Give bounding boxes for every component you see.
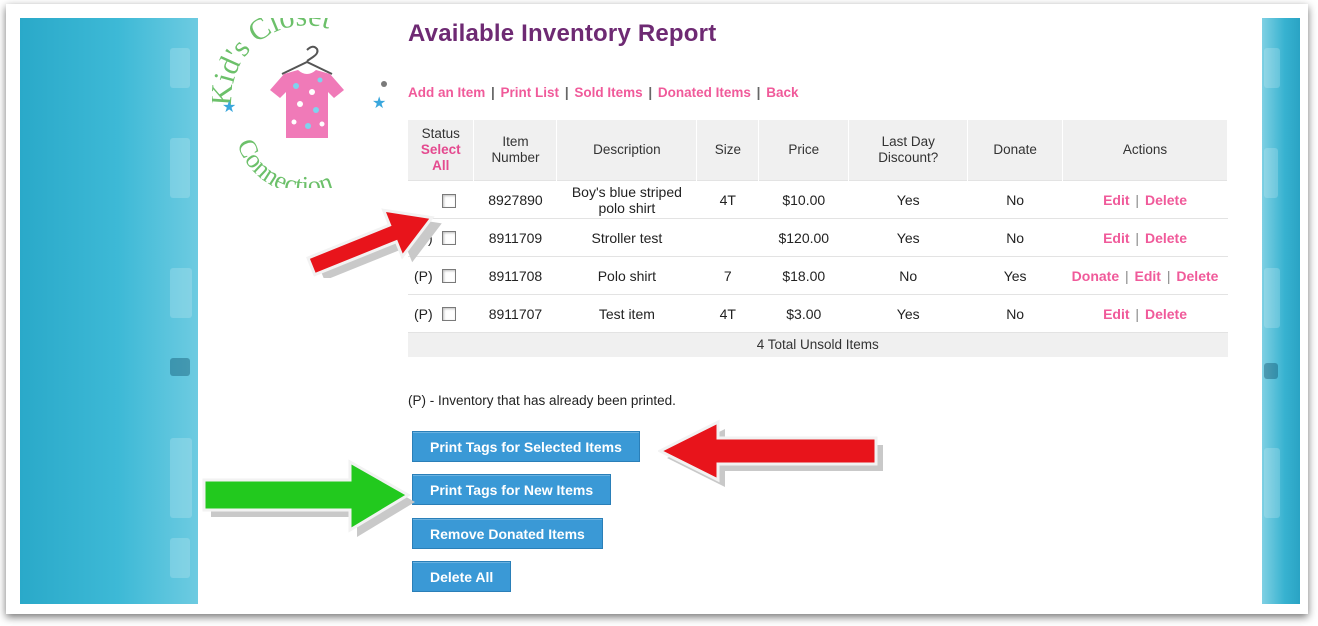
page-title: Available Inventory Report	[408, 20, 717, 47]
actions-cell: Edit | Delete	[1062, 218, 1228, 257]
select-all-link[interactable]: Select All	[412, 142, 469, 174]
last-day-discount-cell: Yes	[848, 218, 968, 257]
background-left-panel	[20, 18, 198, 604]
remove-donated-button[interactable]: Remove Donated Items	[412, 518, 603, 549]
donate-cell: No	[967, 294, 1063, 333]
back-link[interactable]: Back	[766, 85, 798, 100]
donate-cell: Yes	[967, 256, 1063, 295]
row-checkbox[interactable]	[442, 307, 456, 322]
donate-link[interactable]: Donate	[1072, 268, 1119, 284]
size-cell	[696, 218, 759, 257]
edit-link[interactable]: Edit	[1103, 192, 1129, 208]
printed-legend-note: (P) - Inventory that has already been pr…	[408, 393, 676, 408]
table-row: (P) 8911708 Polo shirt 7 $18.00 No Yes D…	[408, 256, 1228, 295]
description-cell: Polo shirt	[556, 256, 697, 295]
top-nav-links: Add an Item | Print List | Sold Items | …	[408, 85, 799, 100]
header-donate: Donate	[967, 120, 1064, 181]
item-number-cell: 8911707	[473, 294, 557, 333]
last-day-discount-cell: No	[848, 256, 968, 295]
print-tags-new-button[interactable]: Print Tags for New Items	[412, 474, 612, 505]
svg-text:★: ★	[222, 99, 236, 116]
kids-closet-logo[interactable]: Kid's Closet Connection ★ ★	[212, 18, 402, 188]
edit-link[interactable]: Edit	[1135, 268, 1161, 284]
print-tags-selected-button[interactable]: Print Tags for Selected Items	[412, 431, 640, 462]
description-cell: Test item	[556, 294, 697, 333]
last-day-discount-cell: Yes	[848, 180, 968, 219]
actions-cell: Edit | Delete	[1062, 180, 1228, 219]
edit-link[interactable]: Edit	[1103, 306, 1129, 322]
inventory-table: Status Select All Item Number Description…	[408, 120, 1228, 357]
svg-text:Connection: Connection	[231, 134, 336, 188]
donate-cell: No	[967, 218, 1063, 257]
total-unsold-items: 4 Total Unsold Items	[408, 332, 1228, 357]
table-row: (P) 8911709 Stroller test $120.00 Yes No…	[408, 218, 1228, 257]
header-status: Status Select All	[408, 120, 475, 181]
header-size: Size	[696, 120, 760, 181]
header-item-number: Item Number	[473, 120, 558, 181]
price-cell: $10.00	[758, 180, 849, 219]
last-day-discount-cell: Yes	[848, 294, 968, 333]
delete-link[interactable]: Delete	[1176, 268, 1218, 284]
table-row: 8927890 Boy's blue striped polo shirt 4T…	[408, 180, 1228, 219]
size-cell: 4T	[696, 180, 759, 219]
table-header-row: Status Select All Item Number Description…	[408, 120, 1228, 181]
description-cell: Stroller test	[556, 218, 697, 257]
total-row: 4 Total Unsold Items	[408, 332, 1228, 357]
price-cell: $18.00	[758, 256, 849, 295]
background-right-panel	[1262, 18, 1300, 604]
header-price: Price	[758, 120, 850, 181]
print-list-link[interactable]: Print List	[501, 85, 560, 100]
printed-mark: (P)	[414, 306, 433, 323]
description-cell: Boy's blue striped polo shirt	[556, 180, 697, 219]
delete-link[interactable]: Delete	[1145, 192, 1187, 208]
actions-cell: Donate | Edit | Delete	[1062, 256, 1228, 295]
edit-link[interactable]: Edit	[1103, 230, 1129, 246]
item-number-cell: 8911709	[473, 218, 557, 257]
red-arrow-print-selected-annotation	[658, 419, 883, 487]
price-cell: $3.00	[758, 294, 849, 333]
red-arrow-checkbox-annotation	[306, 208, 442, 278]
price-cell: $120.00	[758, 218, 849, 257]
item-number-cell: 8927890	[473, 180, 557, 219]
sold-items-link[interactable]: Sold Items	[574, 85, 642, 100]
svg-text:★: ★	[372, 95, 386, 112]
table-row: (P) 8911707 Test item 4T $3.00 Yes No Ed…	[408, 294, 1228, 333]
delete-link[interactable]: Delete	[1145, 306, 1187, 322]
item-number-cell: 8911708	[473, 256, 557, 295]
header-actions: Actions	[1062, 120, 1228, 181]
actions-cell: Edit | Delete	[1062, 294, 1228, 333]
add-item-link[interactable]: Add an Item	[408, 85, 485, 100]
delete-link[interactable]: Delete	[1145, 230, 1187, 246]
header-last-day-discount: Last Day Discount?	[848, 120, 969, 181]
donate-cell: No	[967, 180, 1063, 219]
green-arrow-print-new-annotation	[202, 459, 415, 537]
logo-text-bottom: Connection	[231, 134, 336, 188]
delete-all-button[interactable]: Delete All	[412, 561, 512, 592]
donated-items-link[interactable]: Donated Items	[658, 85, 751, 100]
header-description: Description	[556, 120, 698, 181]
size-cell: 4T	[696, 294, 759, 333]
status-cell: (P)	[408, 294, 474, 333]
size-cell: 7	[696, 256, 759, 295]
